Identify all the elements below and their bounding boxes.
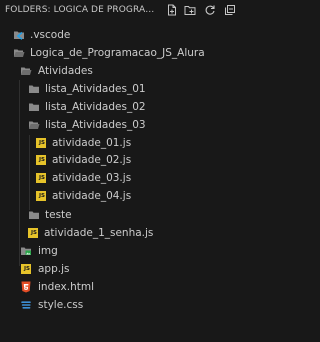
tree-item-label: lista_Atividades_02: [45, 101, 146, 113]
tree-item-root[interactable]: Logica_de_Programacao_JS_Alura: [0, 44, 257, 62]
tree-item-atividades[interactable]: Atividades: [0, 62, 257, 80]
tree-item-label: lista_Atividades_01: [45, 83, 146, 95]
tree-item-label: lista_Atividades_03: [45, 119, 146, 131]
js-file-icon: JS: [35, 172, 47, 184]
folder-icon: [28, 101, 40, 113]
tree-item-label: atividade_04.js: [52, 190, 132, 202]
tree-item-app-js[interactable]: JS app.js: [0, 260, 257, 278]
new-folder-icon[interactable]: [183, 3, 197, 17]
tree-item-atividade-03[interactable]: JS atividade_03.js: [0, 169, 257, 187]
tree-item-lista-03[interactable]: lista_Atividades_03: [0, 116, 257, 134]
tree-item-label: Atividades: [38, 65, 93, 77]
tree-item-teste[interactable]: teste: [0, 206, 257, 224]
folder-open-icon: [13, 47, 25, 59]
tree-item-atividade-1-senha[interactable]: JS atividade_1_senha.js: [0, 224, 257, 242]
tree-item-label: atividade_1_senha.js: [44, 227, 154, 239]
tree-item-label: atividade_02.js: [52, 154, 132, 166]
js-file-icon: JS: [35, 154, 47, 166]
folder-icon: [28, 209, 40, 221]
folder-open-icon: [20, 65, 32, 77]
tree-item-lista-01[interactable]: lista_Atividades_01: [0, 80, 257, 98]
tree-item-label: Logica_de_Programacao_JS_Alura: [30, 47, 205, 59]
tree-item-vscode[interactable]: .vscode: [0, 26, 257, 44]
html-file-icon: [20, 281, 32, 293]
tree-item-img[interactable]: img: [0, 242, 257, 260]
tree-item-label: .vscode: [30, 29, 71, 41]
collapse-all-icon[interactable]: [223, 3, 237, 17]
tree-item-atividade-01[interactable]: JS atividade_01.js: [0, 134, 257, 152]
vscode-folder-icon: [13, 29, 25, 41]
tree-item-label: app.js: [38, 263, 70, 275]
folder-icon: [28, 83, 40, 95]
css-file-icon: [20, 299, 32, 311]
tree-item-label: atividade_03.js: [52, 172, 132, 184]
tree-item-atividade-02[interactable]: JS atividade_02.js: [0, 151, 257, 169]
explorer-panel: FOLDERS: LOGICA DE PROGRAMACAO_JS_ALURA …: [0, 0, 257, 342]
js-file-icon: JS: [20, 263, 32, 275]
tree-item-label: atividade_01.js: [52, 137, 132, 149]
tree-item-atividade-04[interactable]: JS atividade_04.js: [0, 187, 257, 205]
folder-open-icon: [28, 119, 40, 131]
refresh-icon[interactable]: [203, 3, 217, 17]
js-file-icon: JS: [35, 190, 47, 202]
tree-item-label: teste: [45, 209, 72, 221]
image-folder-icon: [20, 245, 32, 257]
new-file-icon[interactable]: [165, 3, 179, 17]
tree-item-label: style.css: [38, 299, 84, 311]
explorer-title: FOLDERS: LOGICA DE PROGRAMACAO_JS_ALURA: [5, 5, 155, 15]
tree-item-label: index.html: [38, 281, 94, 293]
tree-item-lista-02[interactable]: lista_Atividades_02: [0, 98, 257, 116]
tree-item-index-html[interactable]: index.html: [0, 278, 257, 296]
tree-item-style-css[interactable]: style.css: [0, 296, 257, 314]
js-file-icon: JS: [27, 227, 39, 239]
tree-item-label: img: [38, 245, 58, 257]
js-file-icon: JS: [35, 137, 47, 149]
explorer-header: FOLDERS: LOGICA DE PROGRAMACAO_JS_ALURA: [0, 0, 257, 22]
